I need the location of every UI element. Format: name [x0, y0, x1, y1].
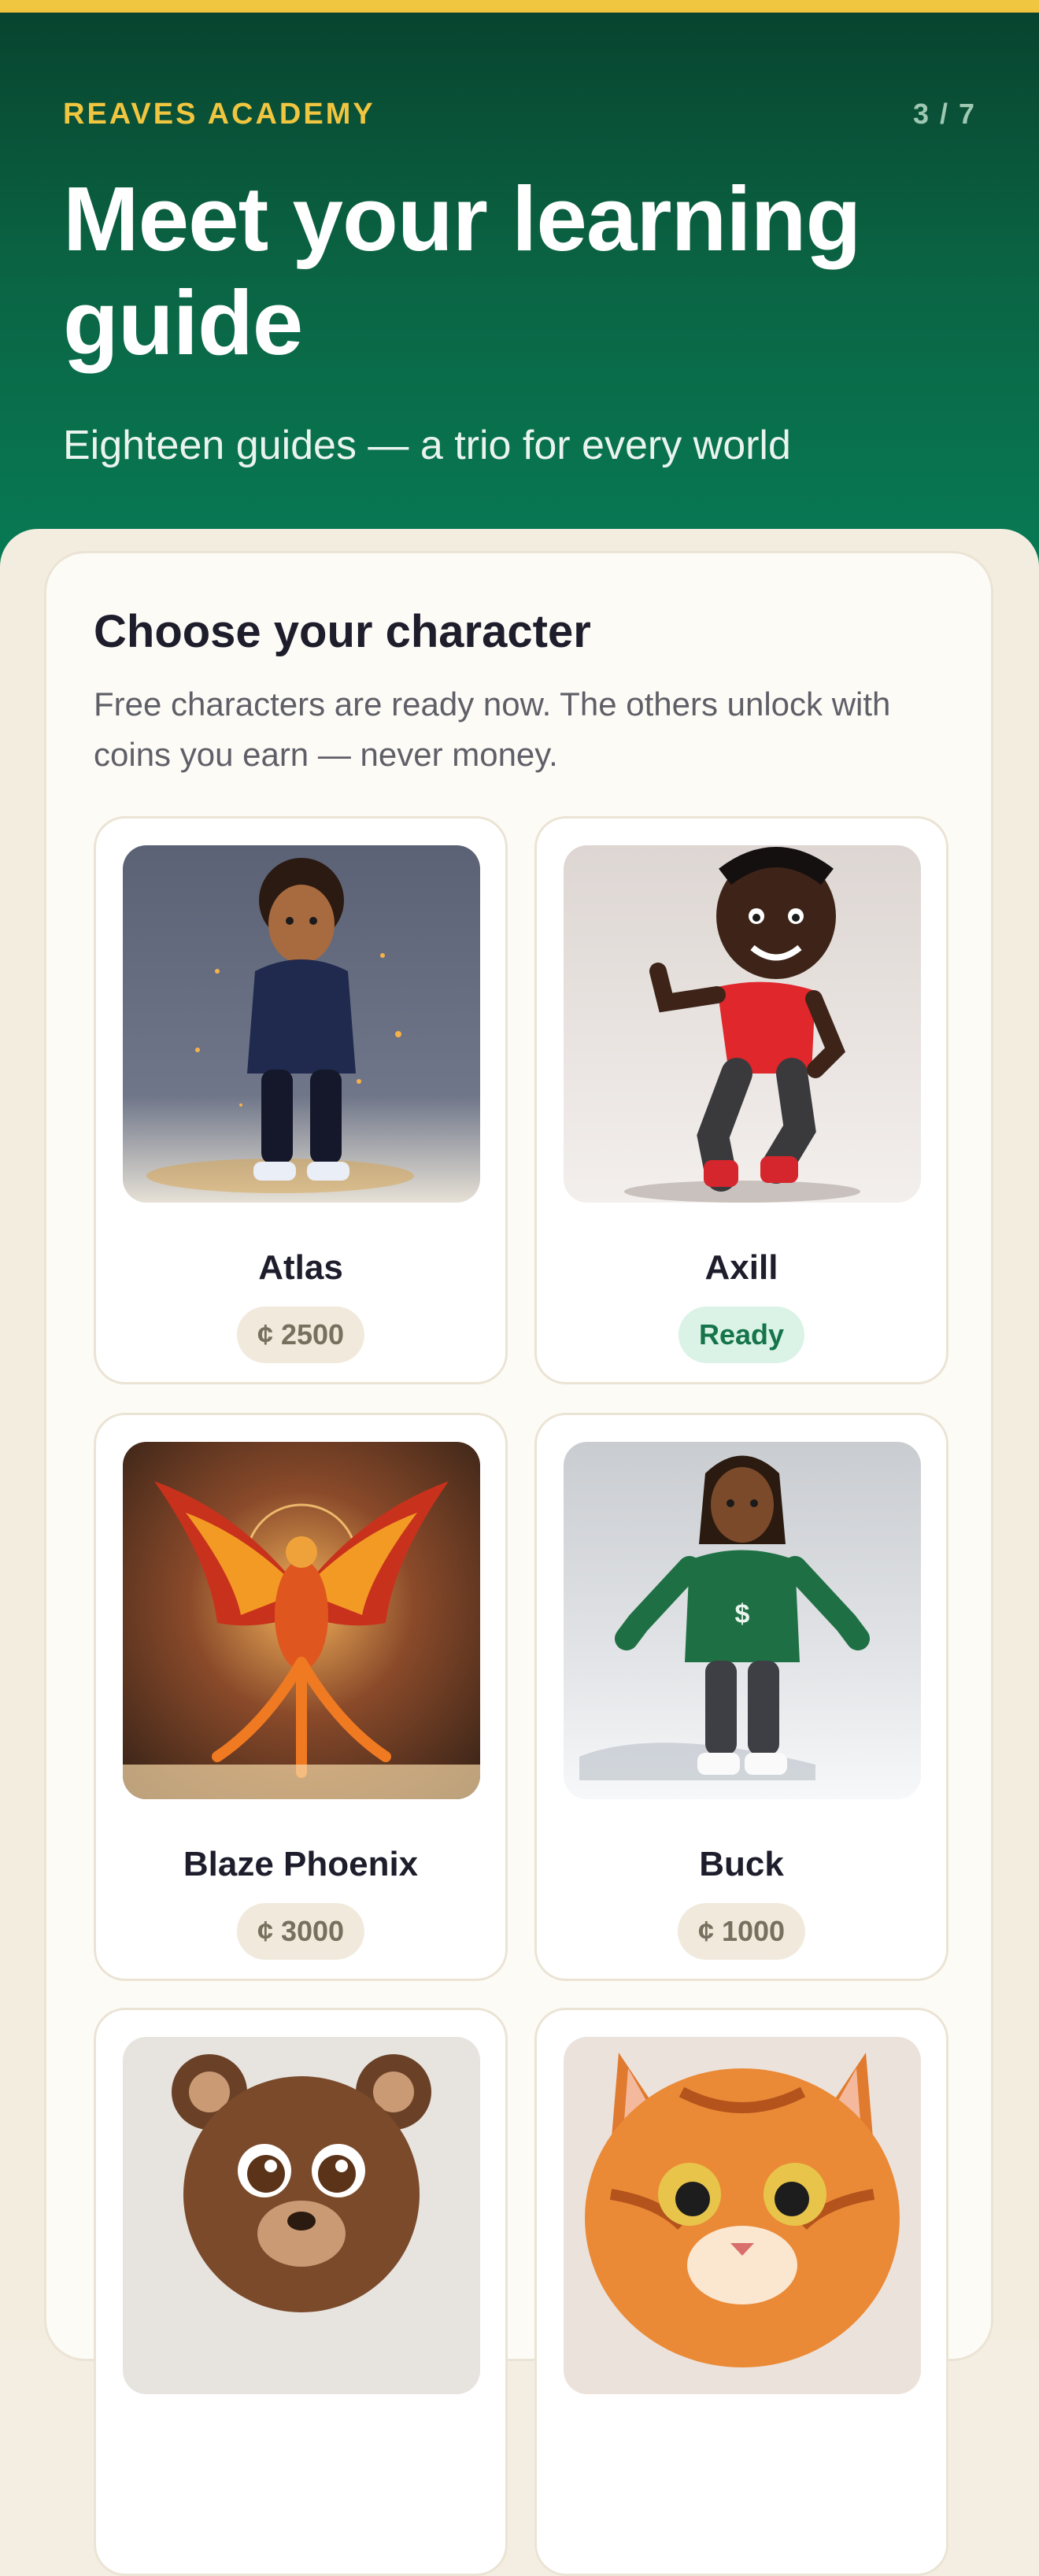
svg-text:$: $	[735, 1599, 750, 1629]
boy-red-shirt-running-icon	[564, 845, 921, 1203]
character-name: Blaze Phoenix	[183, 1845, 419, 1883]
orange-tabby-cat-icon	[564, 2037, 921, 2394]
boy-navy-hoodie-icon	[123, 845, 480, 1203]
ready-badge: Ready	[678, 1306, 805, 1363]
top-accent-bar	[0, 0, 1039, 13]
character-card-buck[interactable]: $ Buck ¢ 1000	[534, 1413, 948, 1981]
boy-green-hoodie-icon: $	[564, 1442, 921, 1799]
brand-name: REAVES ACADEMY	[63, 98, 375, 131]
price-badge: ¢ 2500	[236, 1306, 365, 1363]
step-indicator: 3 / 7	[912, 98, 976, 130]
character-image	[564, 845, 921, 1203]
character-image	[123, 2037, 480, 2394]
character-name: Atlas	[258, 1248, 343, 1287]
character-name: Buck	[699, 1845, 784, 1883]
page-subtitle: Eighteen guides — a trio for every world	[63, 423, 791, 468]
page-title: Meet your learning guide	[63, 168, 861, 374]
character-image	[123, 1442, 480, 1799]
character-card-axill[interactable]: Axill Ready	[534, 816, 948, 1384]
panel-description: Free characters are ready now. The other…	[94, 686, 891, 773]
character-card-bear[interactable]	[94, 2008, 508, 2576]
character-image: $	[564, 1442, 921, 1799]
panel-title: Choose your character	[94, 606, 591, 657]
character-image	[564, 2037, 921, 2394]
hero-header: REAVES ACADEMY 3 / 7 Meet your learning …	[0, 13, 1039, 579]
price-badge: ¢ 1000	[677, 1903, 806, 1960]
price-badge: ¢ 3000	[236, 1903, 365, 1960]
fire-phoenix-icon	[123, 1442, 480, 1799]
character-card-blaze-phoenix[interactable]: Blaze Phoenix ¢ 3000	[94, 1413, 508, 1981]
character-card-cat[interactable]	[534, 2008, 948, 2576]
brown-bear-cub-icon	[123, 2037, 480, 2394]
character-image	[123, 845, 480, 1203]
character-name: Axill	[704, 1248, 778, 1287]
character-card-atlas[interactable]: Atlas ¢ 2500	[94, 816, 508, 1384]
character-panel: Choose your character Free characters ar…	[44, 551, 993, 2576]
